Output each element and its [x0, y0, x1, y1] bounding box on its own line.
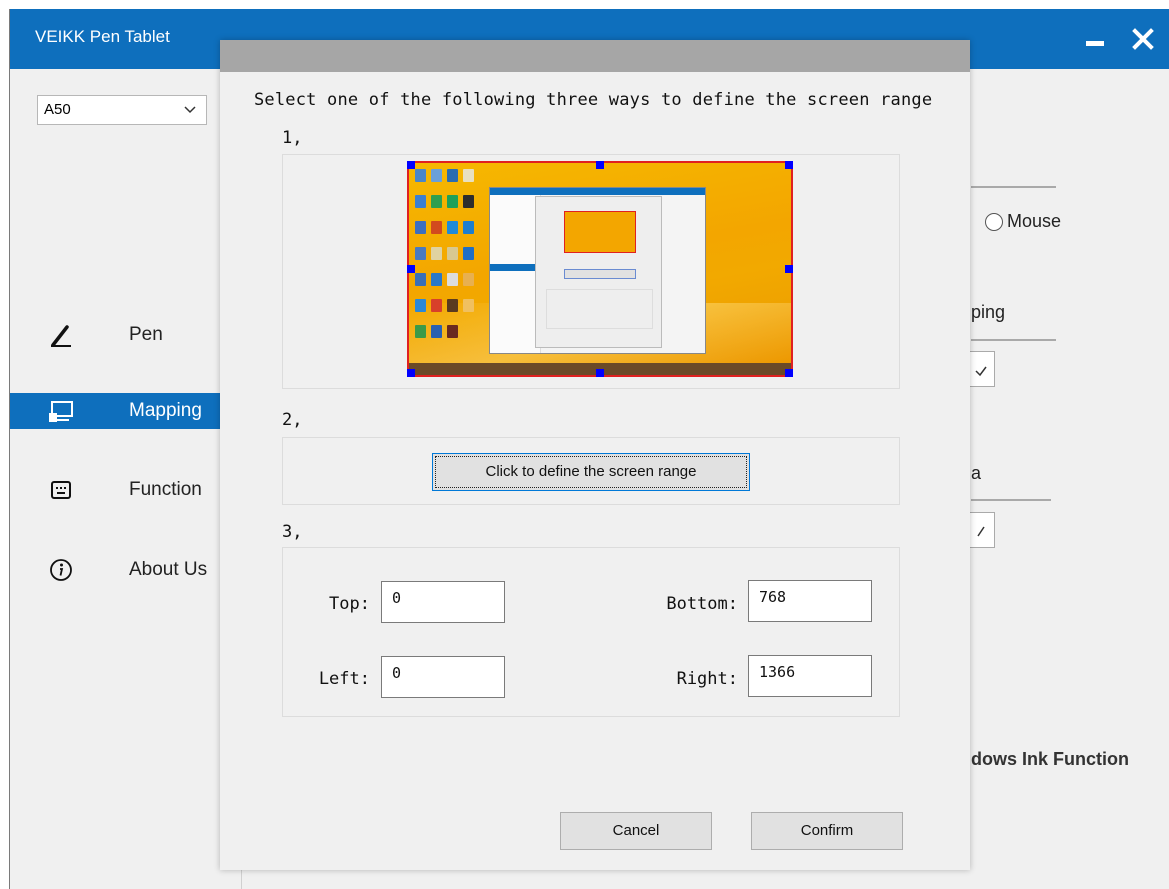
mouse-mode-label: Mouse — [1007, 211, 1062, 231]
screen-preview-thumbnail[interactable] — [407, 161, 793, 377]
step2-label: 2, — [282, 410, 303, 430]
top-field[interactable]: 0 — [381, 581, 505, 623]
resize-handle-bottom-right[interactable] — [785, 369, 793, 377]
app-title: VEIKK Pen Tablet — [35, 27, 170, 46]
check-icon — [975, 366, 987, 377]
close-icon — [1132, 28, 1154, 50]
resize-handle-bottom[interactable] — [596, 369, 604, 377]
confirm-button[interactable]: Confirm — [751, 812, 903, 850]
resize-handle-top[interactable] — [596, 161, 604, 169]
preview-mini-window — [489, 187, 706, 354]
info-icon — [50, 559, 72, 581]
left-field[interactable]: 0 — [381, 656, 505, 698]
bottom-field-value: 768 — [759, 588, 787, 606]
define-screen-range-button-label: Click to define the screen range — [485, 463, 697, 480]
area-section-title: a — [971, 463, 982, 483]
bottom-field[interactable]: 768 — [748, 580, 872, 622]
section-divider — [971, 499, 1051, 501]
resize-handle-top-left[interactable] — [407, 161, 415, 169]
define-screen-range-button[interactable]: Click to define the screen range — [432, 453, 750, 491]
left-field-label: Left: — [318, 669, 370, 689]
sidebar-item-function[interactable]: Function — [10, 472, 250, 508]
chevron-down-icon — [184, 106, 196, 114]
mapping-section-title: ping — [971, 302, 1006, 322]
preview-desktop-icons — [413, 167, 479, 349]
screen-range-dialog: Select one of the following three ways t… — [220, 40, 970, 870]
step1-label: 1, — [282, 128, 303, 148]
resize-handle-left[interactable] — [407, 265, 415, 273]
sidebar-item-label: Mapping — [129, 400, 202, 421]
sidebar-item-label: Pen — [129, 324, 163, 345]
resize-handle-bottom-left[interactable] — [407, 369, 415, 377]
keyboard-icon — [51, 481, 71, 499]
sidebar-item-label: About Us — [129, 559, 208, 580]
section-divider — [971, 186, 1056, 188]
mouse-mode-radio[interactable] — [985, 213, 1003, 231]
right-field[interactable]: 1366 — [748, 655, 872, 697]
pen-icon — [51, 325, 71, 347]
confirm-button-label: Confirm — [800, 822, 854, 839]
sidebar-item-pen[interactable]: Pen — [10, 317, 250, 353]
sidebar-item-mapping[interactable]: Mapping — [10, 393, 250, 429]
device-select[interactable]: A50 — [37, 95, 207, 125]
cancel-button[interactable]: Cancel — [560, 812, 712, 850]
dialog-title-bar[interactable] — [220, 40, 970, 72]
step3-label: 3, — [282, 522, 303, 542]
check-icon — [977, 526, 985, 537]
right-field-label: Right: — [676, 669, 738, 689]
windows-ink-label: dows Ink Function — [971, 749, 1129, 769]
close-button[interactable] — [1128, 24, 1158, 54]
sidebar-item-label: Function — [129, 479, 202, 500]
monitor-icon — [49, 401, 73, 422]
minimize-button[interactable] — [1080, 24, 1110, 54]
device-select-value: A50 — [44, 101, 71, 118]
section-divider — [971, 339, 1056, 341]
dialog-heading: Select one of the following three ways t… — [254, 90, 933, 110]
top-field-value: 0 — [392, 589, 402, 607]
bottom-field-label: Bottom: — [666, 594, 738, 614]
cancel-button-label: Cancel — [612, 822, 660, 839]
sidebar-item-about-us[interactable]: About Us — [10, 552, 250, 588]
resize-handle-top-right[interactable] — [785, 161, 793, 169]
top-field-label: Top: — [329, 594, 370, 614]
left-field-value: 0 — [392, 664, 402, 682]
right-field-value: 1366 — [759, 663, 796, 681]
resize-handle-right[interactable] — [785, 265, 793, 273]
